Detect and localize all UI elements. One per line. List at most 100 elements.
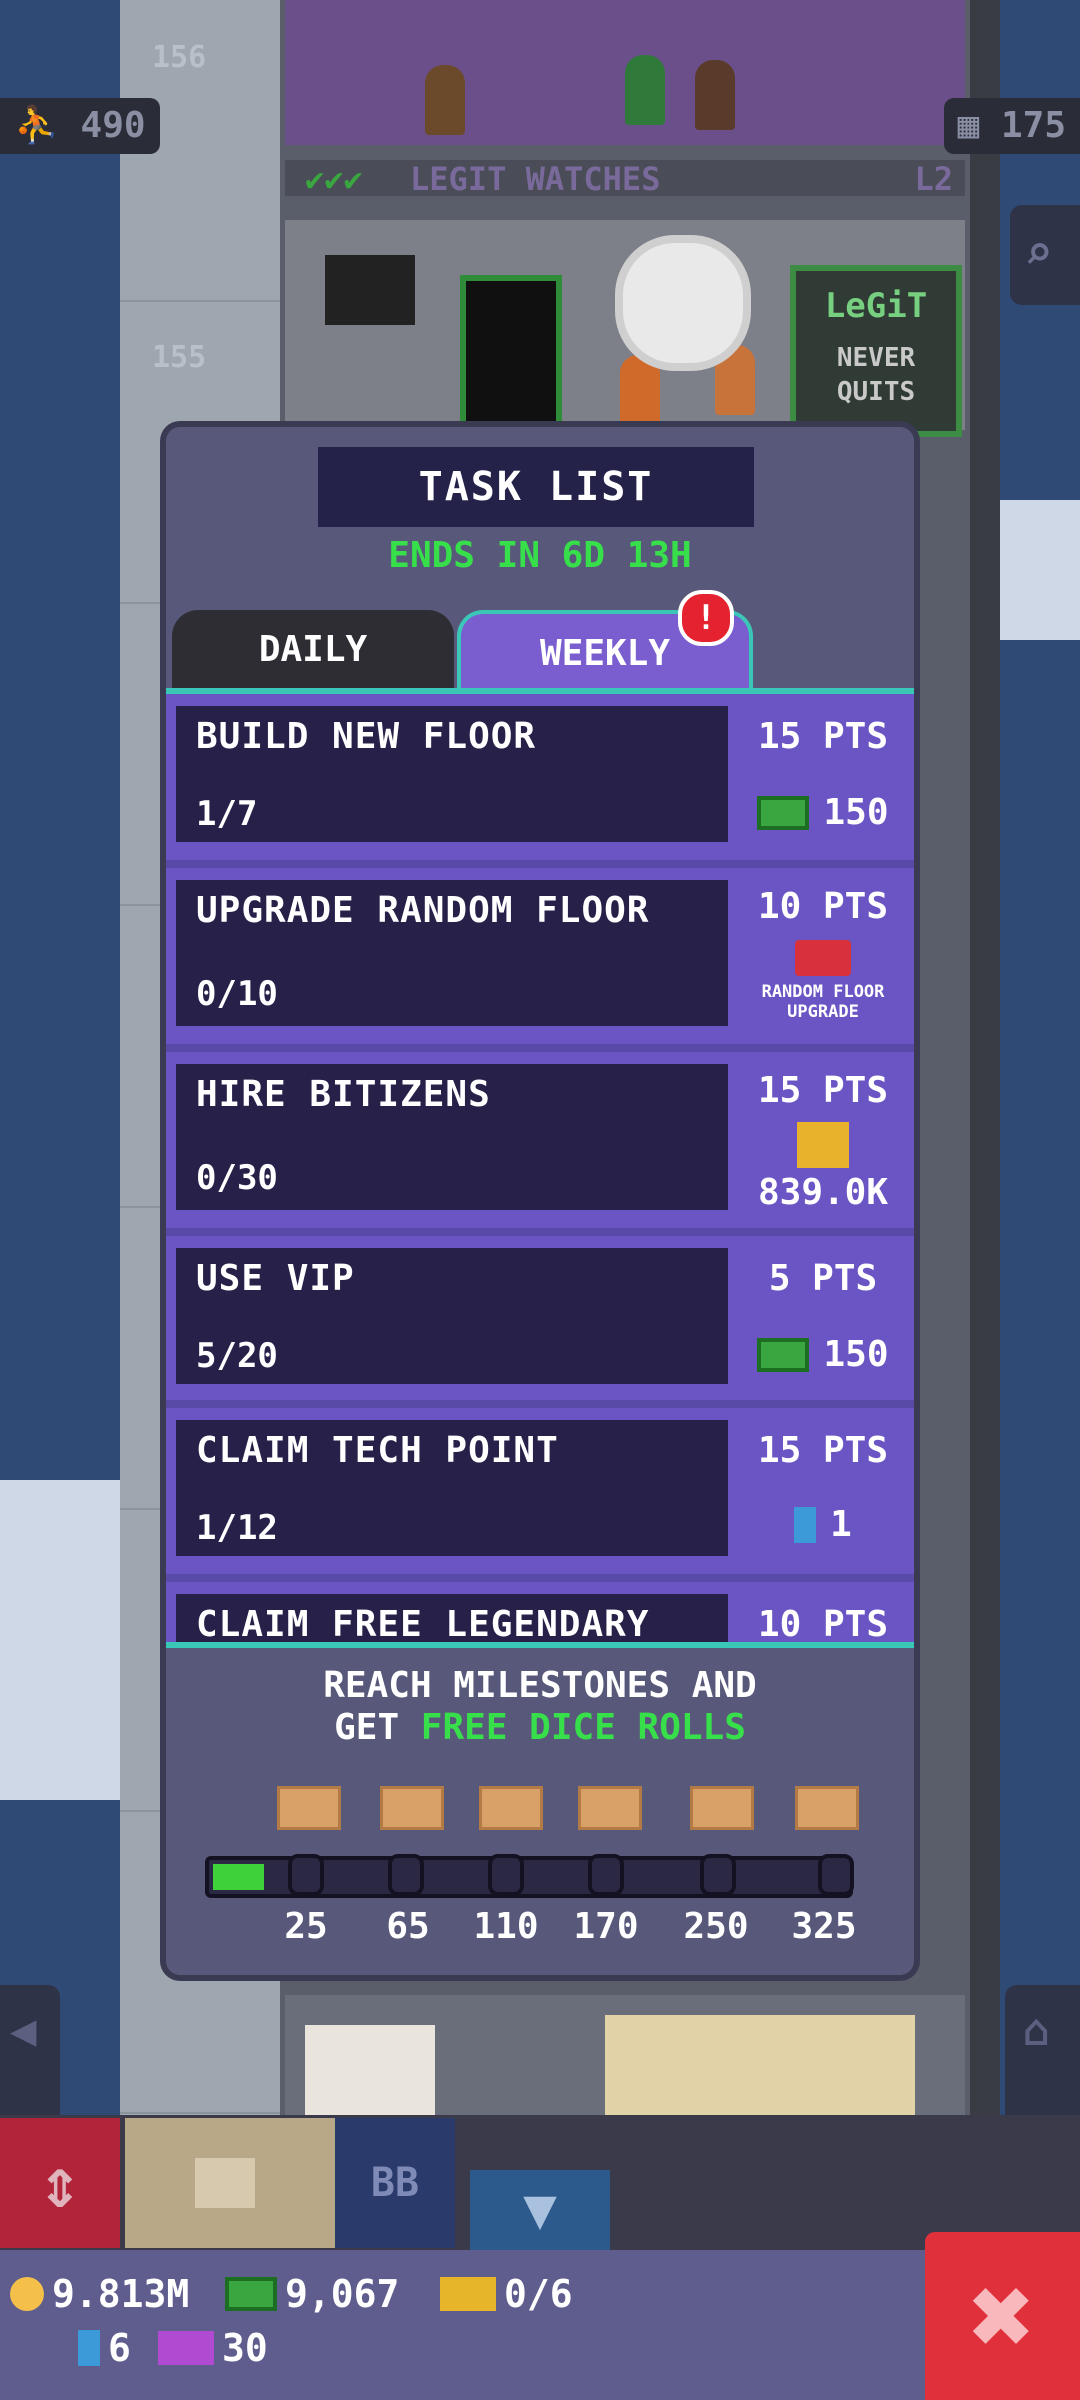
dice-reward-icon[interactable] — [795, 1786, 859, 1830]
task-reward: 1 — [732, 1504, 914, 1545]
population-counter[interactable]: ⛹ 490 — [0, 98, 160, 154]
milestone-node — [700, 1854, 736, 1896]
close-icon: ✖ — [969, 2252, 1036, 2380]
task-row[interactable]: CLAIM TECH POINT 1/12 15 PTS 1 — [166, 1408, 914, 1574]
bitizen[interactable] — [695, 60, 735, 130]
bitizen[interactable] — [425, 65, 465, 135]
poster — [305, 2025, 435, 2125]
task-progress: 1/7 — [196, 794, 258, 834]
build-button[interactable] — [125, 2118, 335, 2248]
coins-stack-icon — [797, 1122, 849, 1168]
bux-balance[interactable]: 9,067 — [225, 2272, 399, 2316]
task-name: CLAIM FREE LEGENDARY — [196, 1604, 650, 1642]
task-name: UPGRADE RANDOM FLOOR — [196, 890, 650, 931]
tech-points-value: 6 — [108, 2326, 131, 2370]
search-icon: ⌕ — [1024, 225, 1053, 281]
door — [460, 275, 562, 442]
currency-bar: 9.813M 9,067 0/6 6 30 — [0, 2250, 1080, 2400]
legit-sign-bottom: NEVER QUITS — [836, 343, 916, 407]
task-row[interactable]: BUILD NEW FLOOR 1/7 15 PTS 150 — [166, 694, 914, 860]
dice-reward-icon[interactable] — [277, 1786, 341, 1830]
task-reward: 150 — [732, 1334, 914, 1375]
coins-balance[interactable]: 9.813M — [10, 2272, 189, 2316]
up-down-icon: ⇕ — [38, 2142, 82, 2224]
dice-reward-icon[interactable] — [479, 1786, 543, 1830]
left-nav-tab[interactable]: ◀ — [0, 1985, 60, 2135]
bux-icon — [757, 795, 810, 830]
alert-badge: ! — [678, 590, 734, 646]
search-button[interactable]: ⌕ — [1010, 205, 1080, 305]
tickets-value: 0/6 — [504, 2272, 573, 2316]
toolbox-icon — [795, 940, 851, 976]
task-body: UPGRADE RANDOM FLOOR 0/10 — [176, 880, 728, 1026]
dice-icon — [158, 2331, 214, 2365]
dice-reward-icon[interactable] — [380, 1786, 444, 1830]
check-icon: ✔✔✔ — [305, 160, 363, 198]
close-button[interactable]: ✖ — [925, 2232, 1080, 2400]
task-row[interactable]: USE VIP 5/20 5 PTS 150 — [166, 1236, 914, 1400]
tickets-balance[interactable]: 0/6 — [440, 2272, 573, 2316]
home-nav-tab[interactable]: ⌂ — [1005, 1985, 1080, 2135]
cloud — [0, 1480, 140, 1800]
bitizen[interactable] — [625, 55, 665, 125]
task-row[interactable]: HIRE BITIZENS 0/30 15 PTS 839.0K — [166, 1052, 914, 1228]
home-icon: ⌂ — [1023, 2005, 1050, 2056]
ticket-icon — [440, 2277, 496, 2311]
panel-title: TASK LIST — [318, 447, 754, 527]
milestone-text-highlight: FREE DICE ROLLS — [420, 1707, 746, 1748]
task-points: 5 PTS — [768, 1258, 878, 1299]
task-progress: 0/30 — [196, 1158, 278, 1198]
milestone-text-line1: REACH MILESTONES AND — [323, 1665, 757, 1706]
milestone-node — [588, 1854, 624, 1896]
floors-count: 175 — [1000, 105, 1066, 146]
elevator-button[interactable]: ⇕ — [0, 2118, 120, 2248]
sky-right — [990, 0, 1080, 2250]
tech-points-balance[interactable]: 6 — [78, 2326, 131, 2370]
task-name: CLAIM TECH POINT — [196, 1430, 559, 1471]
tower-edge — [970, 0, 1000, 2250]
reward-label: RANDOM FLOOR UPGRADE — [761, 982, 885, 1022]
milestone-node — [818, 1854, 854, 1896]
floor-number: 155 — [152, 340, 207, 375]
task-points: 15 PTS — [757, 1430, 889, 1471]
dice-balance[interactable]: 30 — [158, 2326, 268, 2370]
collapse-button[interactable]: ▼ — [470, 2170, 610, 2250]
reward-value: 150 — [823, 1334, 889, 1375]
task-row[interactable]: CLAIM FREE LEGENDARY 10 PTS — [166, 1582, 914, 1642]
task-body: USE VIP 5/20 — [176, 1248, 728, 1384]
chevron-down-icon: ▼ — [523, 2177, 557, 2242]
tab-daily[interactable]: DAILY — [172, 610, 454, 690]
floors-counter[interactable]: ▦ 175 — [943, 98, 1080, 154]
bux-value: 9,067 — [285, 2272, 400, 2316]
cloud — [990, 500, 1080, 640]
milestone-value: 325 — [791, 1906, 857, 1947]
task-body: BUILD NEW FLOOR 1/7 — [176, 706, 728, 842]
task-points: 15 PTS — [757, 1070, 889, 1111]
floor-banner-name: LEGIT WATCHES — [410, 160, 661, 198]
milestone-text-line2: GET FREE DICE ROLLS — [166, 1707, 914, 1749]
dice-value: 30 — [222, 2326, 268, 2370]
task-points: 10 PTS — [757, 1604, 889, 1642]
milestone-value: 110 — [473, 1906, 539, 1947]
floor-room-156[interactable] — [285, 0, 965, 145]
bitbook-button[interactable]: BB — [335, 2118, 455, 2248]
task-reward: 150 — [732, 792, 914, 833]
milestone-value: 25 — [284, 1906, 328, 1947]
milestone-node — [288, 1854, 324, 1896]
reward-value: 150 — [823, 792, 889, 833]
task-reward-icon — [732, 1122, 914, 1168]
population-count: 490 — [80, 105, 146, 146]
dice-reward-icon[interactable] — [578, 1786, 642, 1830]
tech-point-icon — [78, 2330, 100, 2366]
floor-level: L2 — [914, 160, 953, 198]
milestone-value: 170 — [573, 1906, 639, 1947]
task-name: BUILD NEW FLOOR — [196, 716, 537, 757]
milestone-text: REACH MILESTONES AND GET FREE DICE ROLLS — [166, 1665, 914, 1749]
task-name: USE VIP — [196, 1258, 355, 1299]
task-row[interactable]: UPGRADE RANDOM FLOOR 0/10 10 PTS RANDOM … — [166, 868, 914, 1044]
dice-reward-icon[interactable] — [690, 1786, 754, 1830]
milestone-divider — [166, 1642, 914, 1648]
ends-in-timer: ENDS IN 6D 13H — [388, 535, 692, 576]
tv-screen — [325, 255, 415, 325]
task-list[interactable]: BUILD NEW FLOOR 1/7 15 PTS 150 UPGRADE R… — [166, 694, 914, 1642]
